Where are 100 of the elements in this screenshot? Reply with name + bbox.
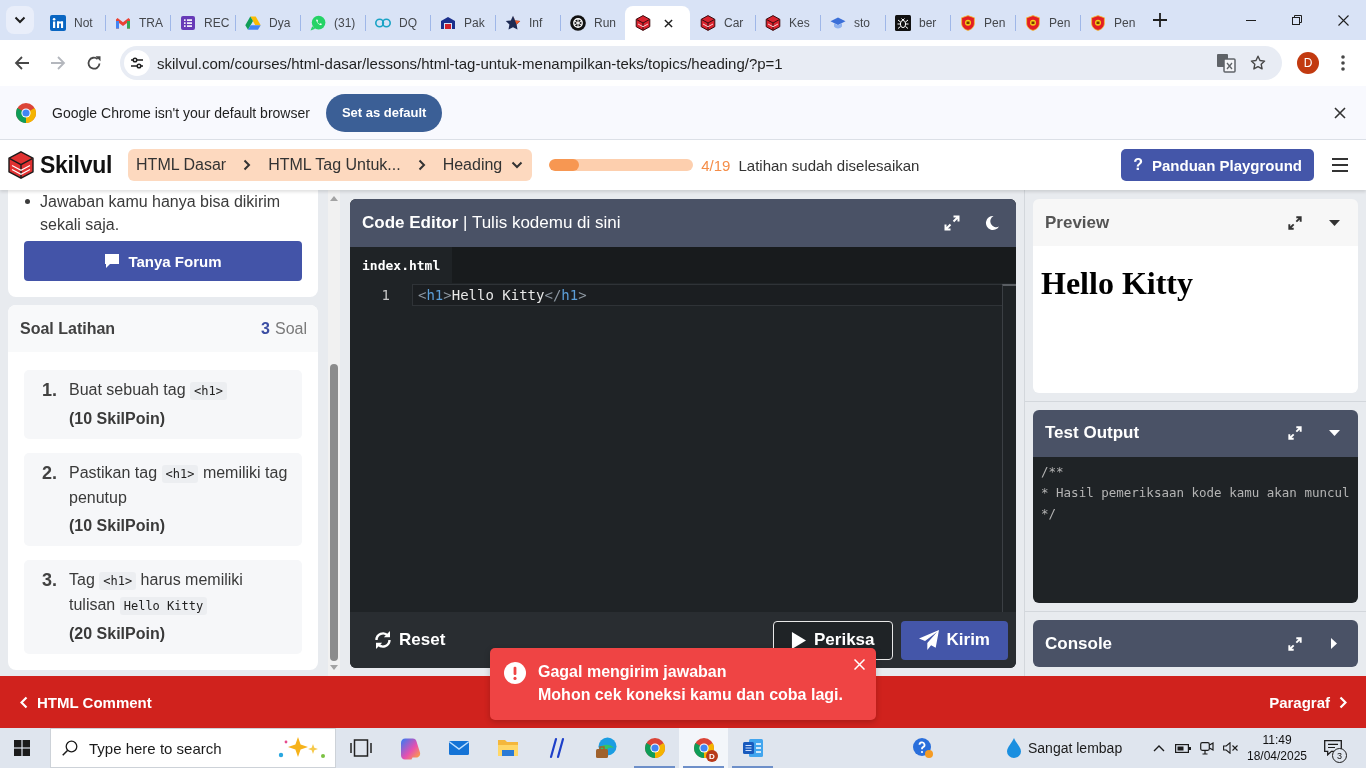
- chevron-up-icon: [1153, 744, 1165, 752]
- submit-button[interactable]: Kirim: [900, 620, 1008, 660]
- clock-time[interactable]: 11:49: [1262, 732, 1292, 748]
- scrollbar-thumb[interactable]: [330, 364, 338, 661]
- rings-icon: [375, 15, 391, 31]
- running-indicator: [683, 766, 724, 768]
- scrollbar[interactable]: [328, 190, 340, 676]
- cube-icon: [765, 15, 781, 31]
- search-field[interactable]: Type here to search: [50, 728, 336, 768]
- building-icon: [440, 15, 456, 31]
- browser-tab[interactable]: sto: [820, 6, 885, 40]
- tab-search-button[interactable]: [6, 6, 34, 34]
- bookmark-star-icon[interactable]: [1250, 55, 1266, 71]
- expand-icon: [1288, 215, 1302, 230]
- logo-text: Skilvul: [40, 151, 113, 179]
- cube-icon: [700, 15, 716, 31]
- water-drop-icon[interactable]: [1007, 738, 1021, 758]
- notification-button[interactable]: 3: [1313, 728, 1353, 768]
- browser-tab[interactable]: (31): [300, 6, 365, 40]
- output-line: * Hasil pemeriksaan kode kamu akan muncul: [1041, 483, 1350, 502]
- caret-down-icon: [1328, 219, 1340, 226]
- chat-icon: [310, 15, 326, 31]
- browser-tab[interactable]: Not: [40, 6, 105, 40]
- scrollbar[interactable]: [1002, 284, 1016, 612]
- address-bar[interactable]: skilvul.com/courses/html-dasar/lessons/html-tag-untuk-menampilkan-teks/topics/heading/?p=1: [120, 46, 1282, 80]
- browser-tab[interactable]: Inf: [495, 6, 560, 40]
- running-indicator: [634, 766, 675, 768]
- mail-icon: [115, 15, 131, 31]
- browser-tab[interactable]: Kes: [755, 6, 820, 40]
- browser-tab[interactable]: Pen: [1015, 6, 1080, 40]
- taskbar-app-button[interactable]: D: [679, 728, 728, 768]
- chevron-down-icon: [14, 16, 26, 24]
- output-line: /**: [1041, 462, 1064, 481]
- site-settings-icon[interactable]: [124, 50, 150, 76]
- shield-icon: [960, 15, 976, 31]
- translate-icon[interactable]: [1216, 53, 1236, 73]
- back-arrow-icon: [14, 55, 30, 71]
- running-indicator: [732, 766, 773, 768]
- shield-icon: [1090, 15, 1106, 31]
- chevron-left-icon: [20, 695, 28, 709]
- browser-tab[interactable]: TRA: [105, 6, 170, 40]
- toast-message: Mohon cek koneksi kamu dan coba lagi.: [538, 685, 843, 705]
- caret-down-icon: [1328, 430, 1340, 436]
- play-icon: [791, 631, 807, 649]
- close-icon: [1337, 14, 1349, 26]
- send-icon: [918, 630, 939, 650]
- browser-tab[interactable]: Pen: [950, 6, 1015, 40]
- browser-tab[interactable]: ber: [885, 6, 950, 40]
- browser-tab[interactable]: Dya: [235, 6, 300, 40]
- browser-tab[interactable]: Run: [560, 6, 625, 40]
- browser-tab[interactable]: Pen: [1080, 6, 1145, 40]
- browser-logo-icon: [691, 736, 716, 760]
- expand-icon: [1288, 636, 1302, 651]
- breadcrumb-link[interactable]: Heading: [442, 156, 524, 174]
- breadcrumb-link[interactable]: HTML Dasar: [136, 156, 227, 174]
- battery-icon: [1175, 743, 1191, 753]
- wheel-icon: [570, 15, 586, 31]
- clock-date[interactable]: 18/04/2025: [1246, 748, 1308, 764]
- moon-icon: [984, 215, 1000, 231]
- note-text: Jawaban kamu hanya bisa dikirim sekali saja.: [40, 192, 282, 235]
- task-view-icon: [348, 736, 373, 760]
- chevron-right-icon: [417, 159, 426, 171]
- toast-title: Gagal mengirim jawaban: [538, 662, 727, 682]
- next-lesson-link[interactable]: Paragraf: [1269, 693, 1347, 711]
- breadcrumb-link[interactable]: HTML Tag Untuk...: [268, 156, 401, 174]
- previous-lesson-link[interactable]: HTML Comment: [20, 693, 152, 711]
- forum-button[interactable]: Tanya Forum: [24, 241, 302, 281]
- browser-tab[interactable]: [625, 6, 690, 40]
- panel-title: Console: [1045, 633, 1113, 654]
- close-icon[interactable]: [664, 18, 673, 28]
- refresh-icon: [373, 630, 393, 650]
- browser-tab[interactable]: REC: [170, 6, 235, 40]
- exercise-points: (20 SkilPoin): [69, 624, 166, 644]
- exercise-number: 2.: [42, 462, 58, 485]
- cube-logo-icon: [8, 151, 34, 179]
- search-icon: [62, 740, 78, 756]
- output-line: */: [1041, 504, 1057, 523]
- exercise-points: (10 SkilPoin): [69, 409, 166, 429]
- reset-button[interactable]: Reset: [372, 620, 447, 660]
- set-default-button[interactable]: Set as default: [325, 93, 443, 132]
- alert-icon: [504, 662, 526, 684]
- browser-tab[interactable]: Car: [690, 6, 755, 40]
- weather-text[interactable]: Sangat lembap: [1028, 740, 1123, 756]
- bullet-icon: [25, 199, 30, 204]
- chevron-right-icon: [243, 159, 252, 171]
- close-icon: [854, 659, 865, 670]
- shield-icon: [1025, 15, 1041, 31]
- progress-count: 4/19: [701, 156, 731, 174]
- file-tab[interactable]: index.html: [350, 247, 453, 283]
- infobar-message: Google Chrome isn't your default browser: [52, 104, 310, 121]
- exercise-number: 1.: [42, 379, 58, 402]
- exercise-count: 3: [261, 319, 270, 338]
- guide-button[interactable]: ? Panduan Playground: [1121, 149, 1314, 181]
- forward-arrow-icon: [50, 55, 66, 71]
- browser-tab[interactable]: DQ: [365, 6, 430, 40]
- exercise-points: (10 SkilPoin): [69, 516, 166, 536]
- chevron-down-icon: [511, 161, 524, 169]
- browser-tab[interactable]: Pak: [430, 6, 495, 40]
- document-icon: [740, 736, 765, 760]
- profile-avatar[interactable]: D: [1297, 52, 1319, 74]
